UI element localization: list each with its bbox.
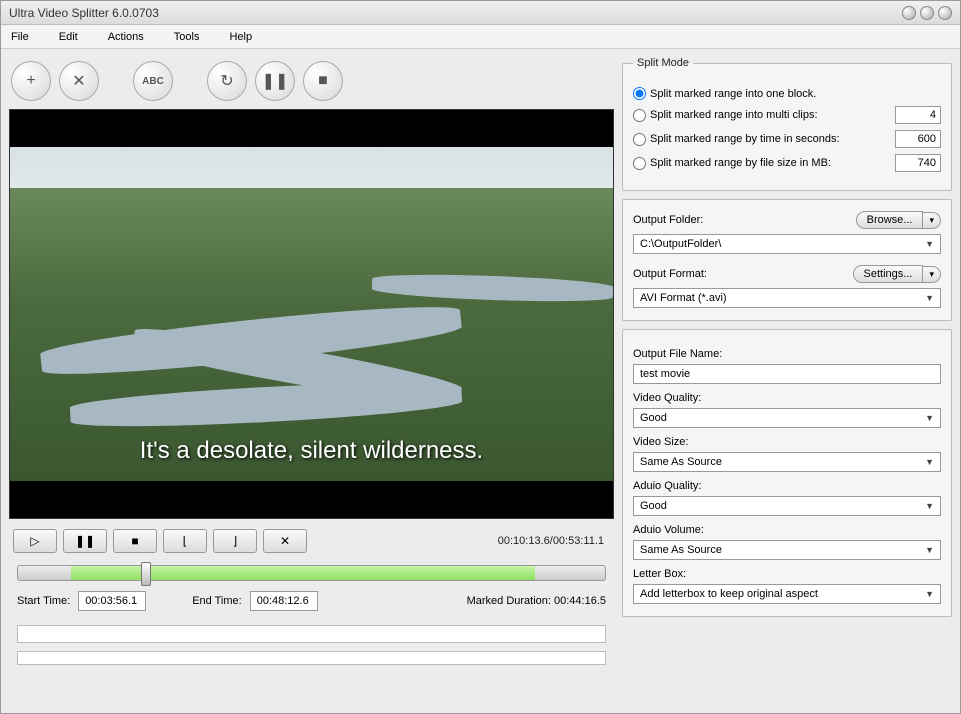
abc-icon: ABC bbox=[142, 76, 164, 87]
letterbox-bottom bbox=[10, 481, 613, 518]
browse-button-group: Browse... ▾ bbox=[856, 210, 941, 230]
radio-one-block[interactable] bbox=[633, 87, 646, 100]
size-mb-input[interactable] bbox=[895, 154, 941, 172]
time-seconds-input[interactable] bbox=[895, 130, 941, 148]
video-size-label: Video Size: bbox=[633, 436, 941, 448]
pause-button[interactable]: ❚❚ bbox=[63, 529, 107, 553]
refresh-icon: ↻ bbox=[220, 71, 233, 91]
audio-quality-label: Aduio Quality: bbox=[633, 480, 941, 492]
output-panel: Output Folder: Browse... ▾ C:\OutputFold… bbox=[622, 199, 952, 321]
subtitle-text: It's a desolate, silent wilderness. bbox=[10, 437, 613, 465]
toolbar: + ✕ ABC ↻ ❚❚ ■ bbox=[9, 57, 614, 109]
minimize-button[interactable] bbox=[902, 6, 916, 20]
maximize-button[interactable] bbox=[920, 6, 934, 20]
right-pane: Split Mode Split marked range into one b… bbox=[622, 57, 952, 705]
app-window: Ultra Video Splitter 6.0.0703 File Edit … bbox=[0, 0, 961, 714]
mark-in-button[interactable]: ⌊ bbox=[163, 529, 207, 553]
video-quality-select[interactable]: Good▼ bbox=[633, 408, 941, 428]
close-button[interactable] bbox=[938, 6, 952, 20]
playback-controls: ▷ ❚❚ ■ ⌊ ⌋ ✕ 00:10:13.6/00:53:11.1 bbox=[9, 519, 614, 559]
x-icon: ✕ bbox=[72, 71, 85, 91]
chevron-down-icon: ▼ bbox=[925, 545, 934, 555]
progress-bar bbox=[17, 625, 606, 643]
multi-clips-input[interactable] bbox=[895, 106, 941, 124]
window-controls bbox=[902, 6, 952, 20]
filename-input[interactable] bbox=[633, 364, 941, 384]
left-pane: + ✕ ABC ↻ ❚❚ ■ It's a desolate, silent w… bbox=[9, 57, 614, 705]
abc-button[interactable]: ABC bbox=[133, 61, 173, 101]
stop-top-button[interactable]: ■ bbox=[303, 61, 343, 101]
letterbox-top bbox=[10, 110, 613, 147]
refresh-button[interactable]: ↻ bbox=[207, 61, 247, 101]
settings-button[interactable]: Settings... bbox=[853, 265, 924, 283]
menu-file[interactable]: File bbox=[11, 31, 29, 43]
settings-dropdown[interactable]: ▾ bbox=[923, 266, 941, 283]
chevron-down-icon: ▼ bbox=[925, 293, 934, 303]
settings-panel: Output File Name: Video Quality: Good▼ V… bbox=[622, 329, 952, 617]
start-time-label: Start Time: bbox=[17, 595, 70, 607]
pause-top-button[interactable]: ❚❚ bbox=[255, 61, 295, 101]
end-time-label: End Time: bbox=[192, 595, 242, 607]
mark-out-button[interactable]: ⌋ bbox=[213, 529, 257, 553]
remove-button[interactable]: ✕ bbox=[59, 61, 99, 101]
timeline-slider[interactable] bbox=[17, 565, 606, 581]
pause-icon: ❚❚ bbox=[262, 71, 289, 91]
split-mode-legend: Split Mode bbox=[633, 57, 693, 69]
audio-volume-label: Aduio Volume: bbox=[633, 524, 941, 536]
time-info-row: Start Time: 00:03:56.1 End Time: 00:48:1… bbox=[9, 591, 614, 621]
browse-dropdown[interactable]: ▾ bbox=[923, 212, 941, 229]
filename-label: Output File Name: bbox=[633, 348, 941, 360]
menu-actions[interactable]: Actions bbox=[108, 31, 144, 43]
output-format-select[interactable]: AVI Format (*.avi) ▼ bbox=[633, 288, 941, 308]
chevron-down-icon: ▼ bbox=[925, 501, 934, 511]
output-format-value: AVI Format (*.avi) bbox=[640, 292, 727, 304]
menubar: File Edit Actions Tools Help bbox=[1, 25, 960, 49]
main-area: + ✕ ABC ↻ ❚❚ ■ It's a desolate, silent w… bbox=[1, 49, 960, 713]
audio-quality-select[interactable]: Good▼ bbox=[633, 496, 941, 516]
chevron-down-icon: ▼ bbox=[925, 239, 934, 249]
chevron-down-icon: ▼ bbox=[925, 413, 934, 423]
stop-button[interactable]: ■ bbox=[113, 529, 157, 553]
menu-tools[interactable]: Tools bbox=[174, 31, 200, 43]
menu-edit[interactable]: Edit bbox=[59, 31, 78, 43]
status-bar bbox=[17, 651, 606, 665]
browse-button[interactable]: Browse... bbox=[856, 211, 924, 229]
titlebar: Ultra Video Splitter 6.0.0703 bbox=[1, 1, 960, 25]
radio-by-size[interactable] bbox=[633, 157, 646, 170]
radio-by-time[interactable] bbox=[633, 133, 646, 146]
split-opt-one-block[interactable]: Split marked range into one block. bbox=[633, 87, 816, 100]
playhead-thumb[interactable] bbox=[141, 562, 151, 586]
split-opt-by-time[interactable]: Split marked range by time in seconds: bbox=[633, 133, 840, 146]
start-time-input[interactable]: 00:03:56.1 bbox=[78, 591, 146, 611]
chevron-down-icon: ▼ bbox=[925, 589, 934, 599]
settings-button-group: Settings... ▾ bbox=[853, 264, 941, 284]
video-preview[interactable]: It's a desolate, silent wilderness. bbox=[9, 109, 614, 519]
window-title: Ultra Video Splitter 6.0.0703 bbox=[9, 6, 159, 20]
output-folder-value: C:\OutputFolder\ bbox=[640, 238, 721, 250]
output-format-label: Output Format: bbox=[633, 268, 707, 280]
play-button[interactable]: ▷ bbox=[13, 529, 57, 553]
split-opt-multi-clips[interactable]: Split marked range into multi clips: bbox=[633, 109, 818, 122]
output-folder-select[interactable]: C:\OutputFolder\ ▼ bbox=[633, 234, 941, 254]
output-folder-label: Output Folder: bbox=[633, 214, 703, 226]
split-mode-panel: Split Mode Split marked range into one b… bbox=[622, 57, 952, 191]
letterbox-label: Letter Box: bbox=[633, 568, 941, 580]
video-quality-label: Video Quality: bbox=[633, 392, 941, 404]
menu-help[interactable]: Help bbox=[229, 31, 252, 43]
time-display: 00:10:13.6/00:53:11.1 bbox=[498, 535, 610, 547]
video-size-select[interactable]: Same As Source▼ bbox=[633, 452, 941, 472]
end-time-input[interactable]: 00:48:12.6 bbox=[250, 591, 318, 611]
clear-marks-button[interactable]: ✕ bbox=[263, 529, 307, 553]
letterbox-select[interactable]: Add letterbox to keep original aspect▼ bbox=[633, 584, 941, 604]
audio-volume-select[interactable]: Same As Source▼ bbox=[633, 540, 941, 560]
marked-duration: Marked Duration: 00:44:16.5 bbox=[467, 595, 606, 607]
plus-icon: + bbox=[26, 72, 35, 90]
radio-multi-clips[interactable] bbox=[633, 109, 646, 122]
split-opt-by-size[interactable]: Split marked range by file size in MB: bbox=[633, 157, 831, 170]
add-button[interactable]: + bbox=[11, 61, 51, 101]
chevron-down-icon: ▼ bbox=[925, 457, 934, 467]
stop-icon: ■ bbox=[318, 72, 328, 90]
